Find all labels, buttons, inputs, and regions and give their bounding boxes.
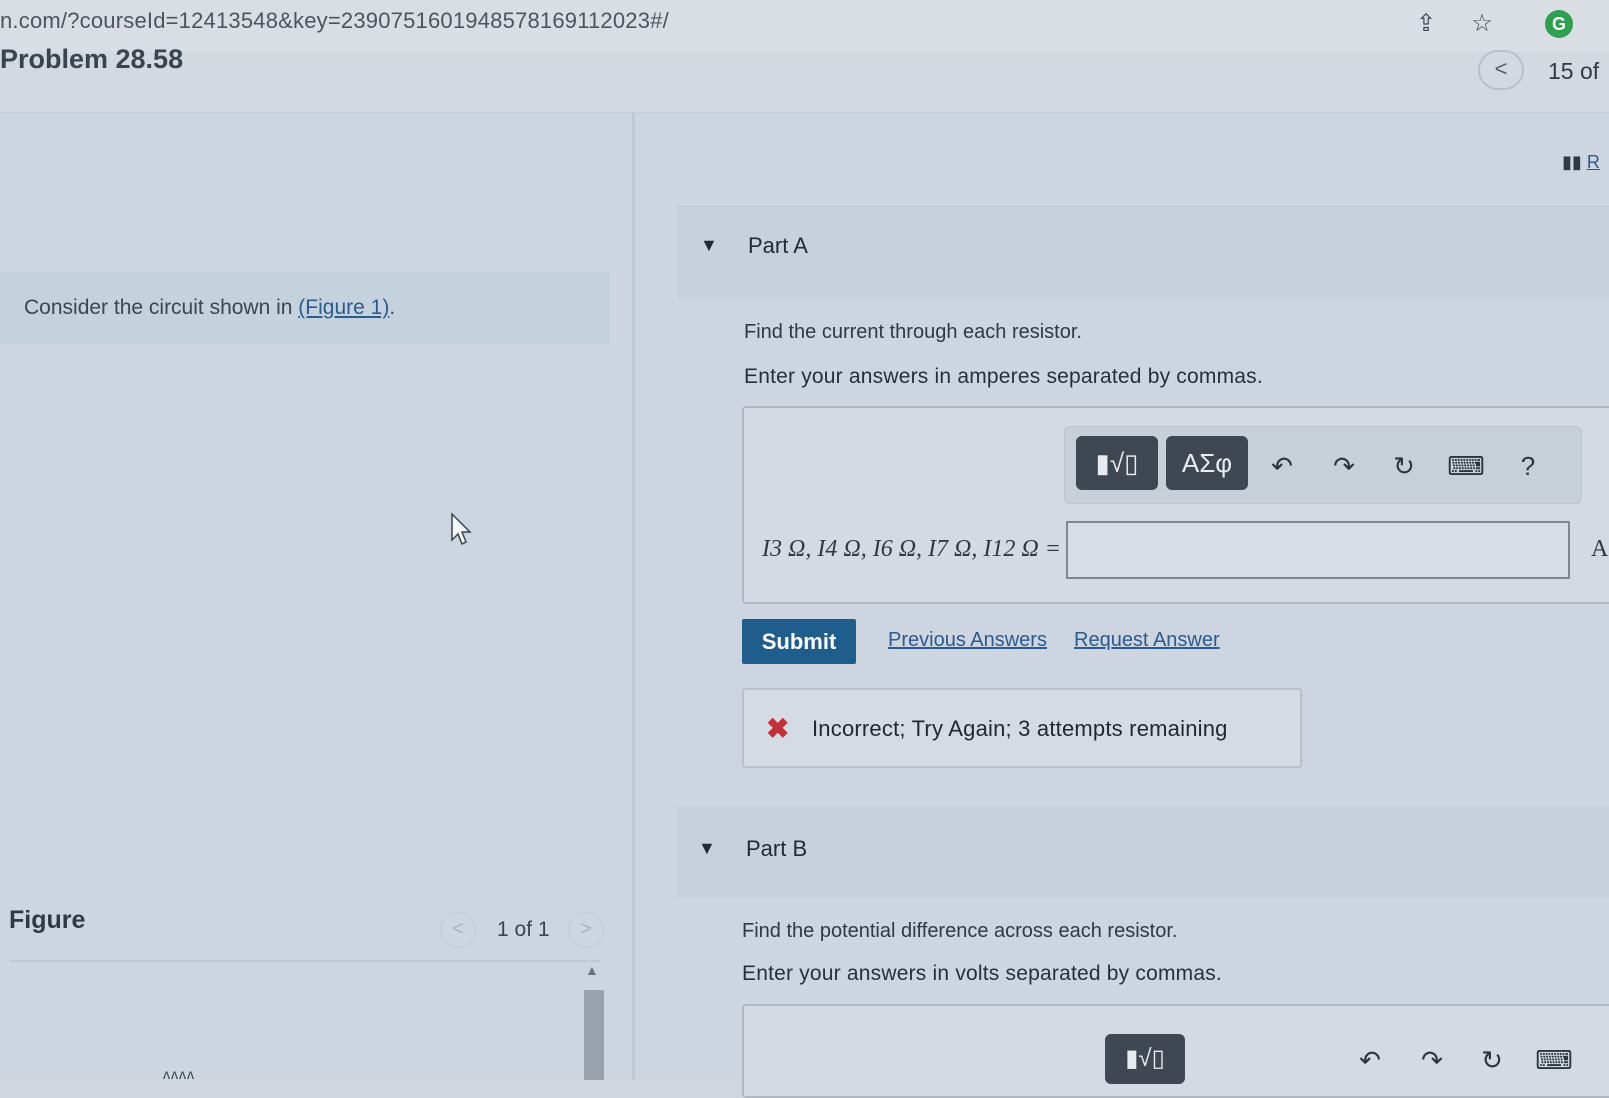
- previous-answers-link[interactable]: Previous Answers: [888, 629, 1047, 652]
- collapse-triangle-icon[interactable]: ▼: [698, 838, 716, 859]
- mouse-cursor-icon: [451, 512, 472, 546]
- keyboard-icon[interactable]: ⌨: [1446, 446, 1486, 486]
- part-a-question: Find the current through each resistor.: [744, 321, 1082, 343]
- intro-prefix: Consider the circuit shown in: [24, 296, 299, 319]
- figure-label: Figure: [9, 906, 86, 934]
- problem-title: Problem 28.58: [0, 44, 184, 74]
- figure-prev-button[interactable]: <: [440, 912, 476, 948]
- figure-next-button[interactable]: >: [568, 912, 604, 948]
- extension-g-icon[interactable]: G: [1545, 10, 1573, 38]
- star-icon[interactable]: ☆: [1468, 10, 1496, 38]
- submit-button[interactable]: Submit: [742, 619, 856, 664]
- part-a-answer-input[interactable]: [1066, 521, 1570, 579]
- review-link[interactable]: ▮▮ R: [1562, 152, 1600, 173]
- templates-button[interactable]: ▮√▯: [1076, 436, 1158, 490]
- figure-divider: [10, 960, 600, 962]
- redo-icon[interactable]: ↷: [1412, 1040, 1452, 1080]
- templates-button[interactable]: ▮√▯: [1105, 1034, 1185, 1084]
- part-b-header[interactable]: [677, 806, 1609, 898]
- feedback-text: Incorrect; Try Again; 3 attempts remaini…: [812, 716, 1228, 741]
- unit-label: A: [1591, 536, 1609, 562]
- part-b-label[interactable]: Part B: [746, 836, 807, 862]
- intro-text: Consider the circuit shown in (Figure 1)…: [24, 296, 395, 320]
- collapse-triangle-icon[interactable]: ▼: [700, 235, 718, 256]
- reset-icon[interactable]: ↻: [1384, 446, 1424, 486]
- part-a-label[interactable]: Part A: [748, 233, 808, 259]
- prev-problem-button[interactable]: <: [1478, 50, 1524, 90]
- problem-page-count: 15 of: [1548, 58, 1600, 84]
- part-b-question: Find the potential difference across eac…: [742, 920, 1178, 942]
- book-icon: ▮▮: [1562, 152, 1587, 172]
- incorrect-x-icon: ✖: [766, 713, 790, 744]
- problem-header: [0, 52, 1609, 113]
- help-button[interactable]: ?: [1508, 446, 1548, 486]
- browser-address-bar: n.com/?courseId=12413548&key=23907516019…: [0, 0, 1609, 52]
- scroll-up-icon[interactable]: ▲: [585, 962, 599, 978]
- redo-icon[interactable]: ↷: [1324, 446, 1364, 486]
- share-icon[interactable]: ⇪: [1412, 10, 1440, 38]
- undo-icon[interactable]: ↶: [1262, 446, 1302, 486]
- reset-icon[interactable]: ↻: [1472, 1040, 1512, 1080]
- undo-icon[interactable]: ↶: [1350, 1040, 1390, 1080]
- figure-scrollbar[interactable]: [584, 990, 604, 1080]
- figure-link[interactable]: (Figure 1): [298, 296, 389, 319]
- part-b-instruction: Enter your answers in volts separated by…: [742, 962, 1222, 985]
- current-variables-label: I3 Ω, I4 Ω, I6 Ω, I7 Ω, I12 Ω =: [762, 536, 1061, 562]
- part-a-header[interactable]: [677, 207, 1609, 299]
- url-text[interactable]: n.com/?courseId=12413548&key=23907516019…: [0, 8, 669, 34]
- symbols-button[interactable]: ΑΣφ: [1166, 436, 1248, 490]
- intro-suffix: .: [389, 296, 396, 319]
- request-answer-link[interactable]: Request Answer: [1074, 629, 1220, 652]
- figure-count: 1 of 1: [497, 918, 550, 941]
- part-a-instruction: Enter your answers in amperes separated …: [744, 365, 1263, 388]
- keyboard-icon[interactable]: ⌨: [1534, 1040, 1574, 1080]
- review-label[interactable]: R: [1587, 152, 1600, 172]
